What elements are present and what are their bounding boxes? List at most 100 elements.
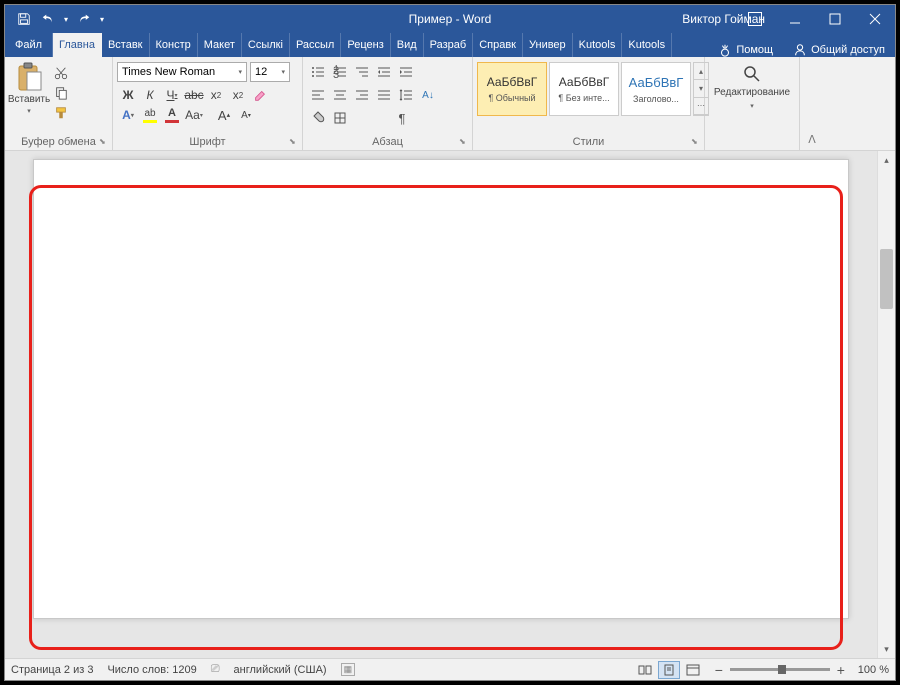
multilevel-button[interactable] [351, 62, 373, 82]
decrease-indent-button[interactable] [373, 62, 395, 82]
clear-format-icon[interactable] [249, 85, 271, 105]
underline-button[interactable]: Ч▾ [161, 85, 183, 105]
share-button[interactable]: Общий доступ [783, 43, 895, 57]
tab-design[interactable]: Констр [150, 33, 198, 57]
share-label: Общий доступ [811, 44, 885, 56]
numbering-button[interactable]: 123 [329, 62, 351, 82]
tab-kutools1[interactable]: Kutools [573, 33, 623, 57]
change-case-button[interactable]: Aa▾ [183, 105, 205, 125]
vertical-scrollbar[interactable]: ▴ ▾ [877, 151, 895, 658]
scroll-track[interactable] [878, 169, 895, 640]
show-marks-button[interactable]: ¶ [391, 108, 413, 128]
tab-mailings[interactable]: Рассыл [290, 33, 341, 57]
tab-review[interactable]: Реценз [341, 33, 390, 57]
shading-button[interactable] [307, 108, 329, 128]
grow-font-button[interactable]: A▴ [213, 105, 235, 125]
paragraph-launcher[interactable]: ⬊ [459, 137, 469, 147]
align-left-button[interactable] [307, 85, 329, 105]
font-name-value: Times New Roman [122, 66, 215, 78]
maximize-button[interactable] [815, 5, 855, 33]
tab-univer[interactable]: Универ [523, 33, 573, 57]
font-launcher[interactable]: ⬊ [289, 137, 299, 147]
styles-launcher[interactable]: ⬊ [691, 137, 701, 147]
close-button[interactable] [855, 5, 895, 33]
tell-me[interactable]: Помощ [708, 43, 783, 57]
tab-view[interactable]: Вид [391, 33, 424, 57]
paste-label: Вставить [8, 94, 50, 105]
line-spacing-button[interactable] [395, 85, 417, 105]
tab-file[interactable]: Файл [5, 33, 53, 57]
text-effects-button[interactable]: A▾ [117, 105, 139, 125]
highlight-button[interactable]: ab [139, 105, 161, 125]
shrink-font-button[interactable]: A▾ [235, 105, 257, 125]
superscript-button[interactable]: x2 [227, 85, 249, 105]
collapse-ribbon-button[interactable]: ᐱ [800, 57, 824, 150]
bullets-button[interactable] [307, 62, 329, 82]
tab-developer[interactable]: Разраб [424, 33, 474, 57]
paragraph-label: Абзац [372, 136, 403, 148]
undo-icon[interactable] [37, 8, 59, 30]
spellcheck-icon[interactable]: ⎚ [211, 663, 220, 676]
macro-icon[interactable]: ▦ [341, 663, 356, 676]
align-right-button[interactable] [351, 85, 373, 105]
tab-layout[interactable]: Макет [198, 33, 242, 57]
paste-button[interactable]: Вставить ▾ [9, 62, 49, 115]
zoom-out-button[interactable]: − [712, 662, 726, 678]
bold-button[interactable]: Ж [117, 85, 139, 105]
scroll-thumb[interactable] [880, 249, 893, 309]
editing-label: Редактирование [714, 87, 790, 98]
font-color-button[interactable]: A [161, 105, 183, 125]
style-nospacing[interactable]: АаБбВвГ ¶ Без инте... [549, 62, 619, 116]
italic-button[interactable]: К [139, 85, 161, 105]
style-normal[interactable]: АаБбВвГ ¶ Обычный [477, 62, 547, 116]
read-mode-button[interactable] [634, 661, 656, 679]
strikethrough-button[interactable]: abc [183, 85, 205, 105]
tab-insert[interactable]: Вставк [102, 33, 150, 57]
word-count[interactable]: Число слов: 1209 [107, 664, 196, 676]
minimize-button[interactable] [775, 5, 815, 33]
cut-icon[interactable] [51, 64, 71, 82]
language-indicator[interactable]: английский (США) [234, 664, 327, 676]
sort-button[interactable]: A↓ [417, 85, 439, 105]
style-heading1[interactable]: АаБбВвГ Заголово... [621, 62, 691, 116]
window-title: Пример - Word [409, 12, 492, 26]
status-bar: Страница 2 из 3 Число слов: 1209 ⎚ англи… [5, 658, 895, 680]
scroll-down-button[interactable]: ▾ [878, 640, 895, 658]
increase-indent-button[interactable] [395, 62, 417, 82]
document-area: ▴ ▾ [5, 151, 895, 658]
ribbon-tabs: Файл Главна Вставк Констр Макет Ссылкі Р… [5, 33, 895, 57]
title-bar: ▾ ▾ Пример - Word Виктор Гойман [5, 5, 895, 33]
style-nospace-name: ¶ Без инте... [552, 93, 616, 103]
ribbon-options-icon[interactable] [735, 5, 775, 33]
format-painter-icon[interactable] [51, 104, 71, 122]
scroll-up-button[interactable]: ▴ [878, 151, 895, 169]
justify-button[interactable] [373, 85, 395, 105]
borders-button[interactable] [329, 108, 351, 128]
font-name-combo[interactable]: Times New Roman▾ [117, 62, 247, 82]
document-page[interactable] [33, 159, 849, 619]
web-layout-button[interactable] [682, 661, 704, 679]
view-buttons [634, 661, 704, 679]
tab-references[interactable]: Ссылкі [242, 33, 290, 57]
align-center-button[interactable] [329, 85, 351, 105]
save-icon[interactable] [13, 8, 35, 30]
page-indicator[interactable]: Страница 2 из 3 [11, 664, 93, 676]
editing-button[interactable]: Редактирование ▾ [709, 59, 795, 110]
tab-home[interactable]: Главна [53, 33, 102, 57]
zoom-slider[interactable] [730, 668, 830, 671]
subscript-button[interactable]: x2 [205, 85, 227, 105]
group-editing: Редактирование ▾ [705, 57, 800, 150]
undo-dropdown[interactable]: ▾ [61, 15, 71, 24]
print-layout-button[interactable] [658, 661, 680, 679]
tab-help[interactable]: Справк [473, 33, 523, 57]
tab-kutools2[interactable]: Kutools [622, 33, 672, 57]
zoom-value[interactable]: 100 % [858, 664, 889, 676]
copy-icon[interactable] [51, 84, 71, 102]
word-window: ▾ ▾ Пример - Word Виктор Гойман Файл Гла… [4, 4, 896, 681]
qat-customize[interactable]: ▾ [97, 15, 107, 24]
zoom-in-button[interactable]: + [834, 662, 848, 678]
font-size-combo[interactable]: 12▾ [250, 62, 290, 82]
redo-icon[interactable] [73, 8, 95, 30]
clipboard-launcher[interactable]: ⬊ [99, 137, 109, 147]
styles-label: Стили [573, 136, 605, 148]
